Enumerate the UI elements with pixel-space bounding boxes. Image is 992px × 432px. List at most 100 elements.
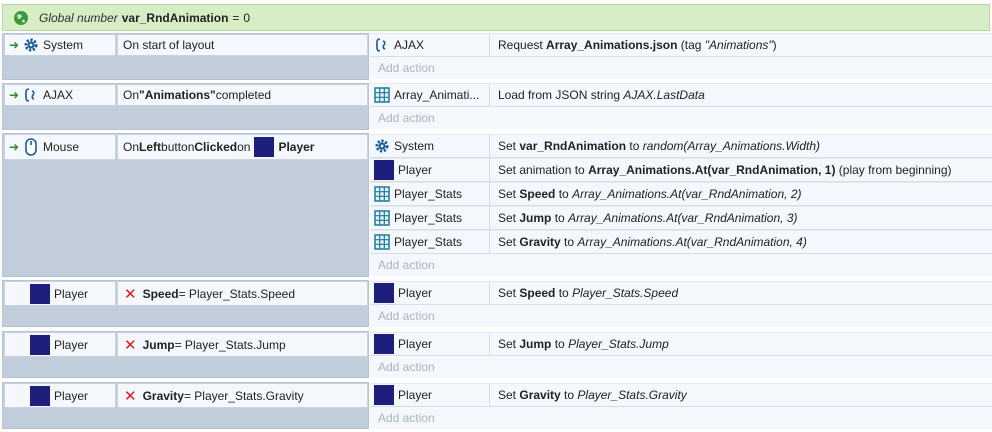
action-text: Set	[498, 211, 520, 225]
action-row[interactable]: Player_Stats Set Gravity to Array_Animat…	[370, 230, 992, 254]
add-action-button[interactable]: Add action	[370, 407, 992, 429]
grid-icon	[374, 234, 390, 250]
condition-text-cell[interactable]: On "Animations" completed	[117, 84, 368, 106]
action-object-name: Player	[398, 337, 433, 351]
action-param: Array_Animations.At(var_RndAnimation, 1)	[588, 163, 836, 177]
action-object-name: Player	[398, 163, 433, 177]
sprite-icon	[30, 283, 50, 304]
global-variable-row[interactable]: Global number var_RndAnimation = 0	[2, 4, 990, 31]
add-action-label: Add action	[378, 61, 435, 75]
action-text: Request	[498, 38, 547, 52]
sprite-icon	[374, 385, 394, 405]
action-param: Jump	[519, 337, 552, 351]
globe-icon	[13, 10, 29, 26]
action-text: Set	[498, 139, 520, 153]
condition-target: Player	[278, 140, 315, 154]
action-text: Set	[498, 235, 520, 249]
mouse-icon	[23, 138, 39, 156]
condition-text-cell[interactable]: On Left button Clicked on Player	[117, 134, 368, 160]
add-action-button[interactable]: Add action	[370, 57, 992, 79]
condition-text-cell[interactable]: On start of layout	[117, 34, 368, 56]
action-row[interactable]: Player Set Jump to Player_Stats.Jump	[370, 332, 992, 356]
ajax-icon	[374, 37, 390, 53]
global-variable-value: 0	[243, 10, 251, 25]
action-object-name: Player_Stats	[394, 235, 463, 249]
add-action-button[interactable]: Add action	[370, 305, 992, 327]
action-object-name: AJAX	[394, 38, 425, 52]
action-expression: Array_Animations.At(var_RndAnimation, 4)	[577, 235, 807, 249]
action-row[interactable]: System Set var_RndAnimation to random(Ar…	[370, 134, 992, 158]
action-expression: AJAX.LastData	[623, 88, 705, 102]
action-text: to	[551, 337, 569, 351]
action-expression: "Animations"	[704, 38, 773, 52]
condition-object-cell[interactable]: ➜ Mouse	[4, 134, 116, 160]
condition-text-cell[interactable]: ✕ Gravity = Player_Stats.Gravity	[117, 383, 368, 408]
condition-text: on	[237, 140, 251, 154]
action-text: to	[551, 211, 569, 225]
ajax-icon	[23, 87, 39, 103]
condition-text-cell[interactable]: ✕ Speed = Player_Stats.Speed	[117, 281, 368, 306]
condition-object-name: Player	[54, 388, 89, 403]
action-row[interactable]: Player Set Speed to Player_Stats.Speed	[370, 281, 992, 305]
sprite-icon	[374, 283, 394, 303]
action-param: Jump	[519, 211, 552, 225]
global-variable-name: var_RndAnimation	[121, 10, 229, 25]
invert-x-icon: ✕	[124, 285, 137, 303]
action-object-name: Player	[398, 388, 433, 402]
action-expression: Array_Animations.At(var_RndAnimation, 3)	[568, 211, 798, 225]
action-row[interactable]: Player_Stats Set Speed to Array_Animatio…	[370, 182, 992, 206]
grid-icon	[374, 186, 390, 202]
global-variable-equals: =	[232, 10, 240, 25]
action-row[interactable]: Array_Animati... Load from JSON string A…	[370, 83, 992, 107]
action-expression: random(Array_Animations.Width)	[642, 139, 821, 153]
action-object-name: Player_Stats	[394, 187, 463, 201]
condition-object-name: System	[43, 38, 84, 52]
grid-icon	[374, 210, 390, 226]
condition-param: Speed	[142, 286, 179, 301]
action-text: Set	[498, 337, 520, 351]
sprite-icon	[374, 160, 394, 180]
action-text: (play from beginning)	[835, 163, 952, 177]
condition-text-cell[interactable]: ✕ Jump = Player_Stats.Jump	[117, 332, 368, 357]
condition-object-cell[interactable]: Player	[4, 332, 116, 357]
add-action-label: Add action	[378, 111, 435, 125]
action-object-name: Player	[398, 286, 433, 300]
trigger-arrow-icon: ➜	[8, 38, 20, 52]
action-text: Load from JSON string	[498, 88, 624, 102]
condition-object-name: AJAX	[43, 88, 74, 102]
action-row[interactable]: Player_Stats Set Jump to Array_Animation…	[370, 206, 992, 230]
condition-text: = Player_Stats.Jump	[174, 337, 286, 352]
action-row[interactable]: Player Set animation to Array_Animations…	[370, 158, 992, 182]
action-row[interactable]: AJAX Request Array_Animations.json (tag …	[370, 33, 992, 57]
action-object-name: Array_Animati...	[394, 88, 480, 102]
condition-object-cell[interactable]: ➜ AJAX	[4, 84, 116, 106]
trigger-arrow-icon: ➜	[8, 140, 20, 154]
add-action-button[interactable]: Add action	[370, 107, 992, 129]
invert-x-icon: ✕	[124, 387, 137, 405]
condition-param: Clicked	[194, 140, 238, 154]
condition-object-name: Player	[54, 286, 89, 301]
add-action-label: Add action	[378, 360, 435, 374]
condition-text: On	[123, 140, 140, 154]
condition-param: Left	[139, 140, 162, 154]
action-text: Set	[498, 286, 520, 300]
condition-text: On	[123, 88, 140, 102]
add-action-button[interactable]: Add action	[370, 254, 992, 276]
action-text: Set	[498, 388, 520, 402]
invert-x-icon: ✕	[124, 336, 137, 354]
condition-object-cell[interactable]: Player	[4, 281, 116, 306]
add-action-label: Add action	[378, 258, 435, 272]
condition-text: completed	[215, 88, 272, 102]
action-expression: Array_Animations.At(var_RndAnimation, 2)	[572, 187, 802, 201]
gear-icon	[374, 138, 390, 154]
condition-object-name: Mouse	[43, 140, 80, 154]
action-text: to	[555, 187, 573, 201]
add-action-button[interactable]: Add action	[370, 356, 992, 378]
sprite-icon	[254, 137, 275, 157]
condition-object-cell[interactable]: ➜ System	[4, 34, 116, 56]
condition-text: = Player_Stats.Speed	[178, 286, 296, 301]
condition-object-cell[interactable]: Player	[4, 383, 116, 408]
action-param: Speed	[519, 286, 556, 300]
trigger-arrow-icon: ➜	[8, 88, 20, 102]
action-row[interactable]: Player Set Gravity to Player_Stats.Gravi…	[370, 383, 992, 407]
